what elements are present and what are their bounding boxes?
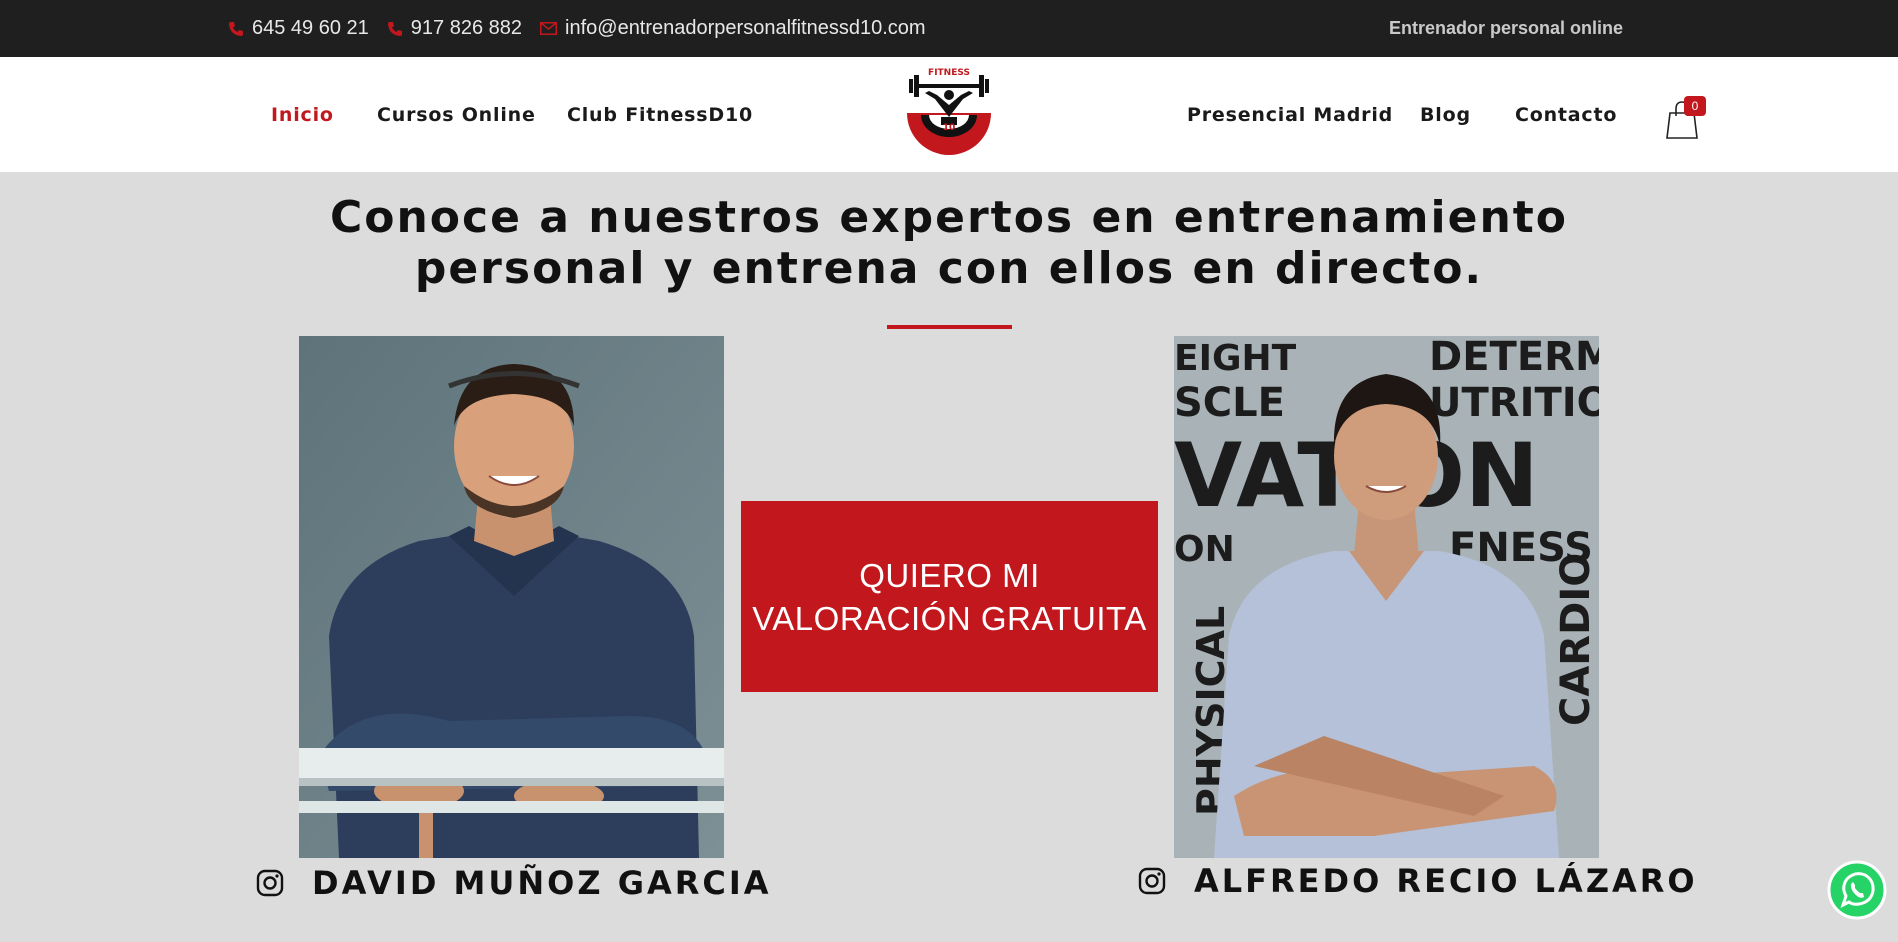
expert-name-alfredo: ALFREDO RECIO LÁZARO <box>1138 862 1698 900</box>
cta-line-1: QUIERO MI <box>859 556 1040 594</box>
phone-1[interactable]: 645 49 60 21 <box>228 17 369 40</box>
email-link[interactable]: info@entrenadorpersonalfitnessd10.com <box>540 17 926 40</box>
nav-item-club-fitnessd10[interactable]: Club FitnessD10 <box>567 57 753 172</box>
expert-name-text: DAVID MUÑOZ GARCIA <box>312 864 772 902</box>
wall-word-6: ON <box>1174 529 1235 570</box>
wall-word-3: UTRITIO <box>1429 380 1599 426</box>
phone-1-text: 645 49 60 21 <box>252 17 369 39</box>
nav-item-inicio[interactable]: Inicio <box>271 57 334 172</box>
logo-text-bottom: 10 <box>943 123 956 133</box>
wall-word-0: EIGHT <box>1174 338 1297 379</box>
nav-item-presencial-madrid[interactable]: Presencial Madrid <box>1187 57 1393 172</box>
wall-word-1: DETERMI <box>1429 336 1599 380</box>
page-heading: Conoce a nuestros expertos en entrenamie… <box>0 192 1898 294</box>
wall-word-8: CARDIO <box>1553 553 1599 726</box>
instagram-icon[interactable] <box>1138 867 1166 895</box>
nav-item-cursos-online[interactable]: Cursos Online <box>377 57 536 172</box>
free-assessment-button[interactable]: QUIERO MI VALORACIÓN GRATUITA <box>741 501 1158 692</box>
phone-icon <box>229 21 243 36</box>
expert-photo-david <box>299 336 724 858</box>
whatsapp-icon[interactable] <box>1827 860 1887 920</box>
email-text: info@entrenadorpersonalfitnessd10.com <box>565 17 926 39</box>
envelope-icon <box>540 22 558 35</box>
expert-name-text: ALFREDO RECIO LÁZARO <box>1194 862 1698 900</box>
cta-line-2: VALORACIÓN GRATUITA <box>752 599 1147 637</box>
cart-count-badge: 0 <box>1684 96 1706 116</box>
logo-text-top: FITNESS <box>928 68 970 78</box>
top-bar: 645 49 60 21 917 826 882 info@entrenador… <box>0 0 1898 57</box>
main-navbar: Inicio Cursos Online Club FitnessD10 FIT… <box>0 57 1898 172</box>
tagline: Entrenador personal online <box>1388 18 1623 38</box>
heading-divider <box>887 325 1012 329</box>
nav-item-blog[interactable]: Blog <box>1420 57 1471 172</box>
nav-item-contacto[interactable]: Contacto <box>1515 57 1617 172</box>
expert-photo-alfredo: EIGHT DETERMI SCLE UTRITIO VATION FNESS … <box>1174 336 1599 858</box>
wall-word-2: SCLE <box>1174 380 1285 426</box>
heading-line-2: personal y entrena con ellos en directo. <box>414 243 1484 294</box>
heading-line-1: Conoce a nuestros expertos en entrenamie… <box>329 192 1569 243</box>
fitness-d10-logo[interactable]: FITNESS 10 <box>903 65 995 165</box>
instagram-icon[interactable] <box>256 869 284 897</box>
contact-info: 645 49 60 21 917 826 882 info@entrenador… <box>228 0 944 57</box>
phone-icon <box>387 21 402 36</box>
phone-2-text: 917 826 882 <box>410 17 523 39</box>
phone-2[interactable]: 917 826 882 <box>387 17 522 40</box>
expert-name-david: DAVID MUÑOZ GARCIA <box>256 864 772 902</box>
